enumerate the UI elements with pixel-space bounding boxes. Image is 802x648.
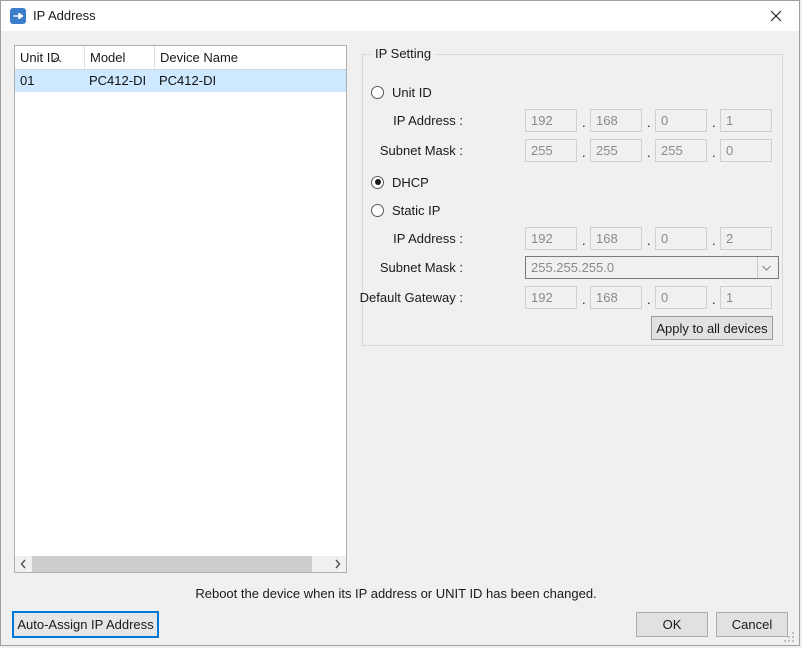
unit-subnet-dot-3: . — [712, 139, 716, 162]
radio-unit-id[interactable]: Unit ID — [371, 83, 432, 101]
static-ip-dot-3: . — [712, 227, 716, 250]
radio-static-ip-indicator[interactable] — [371, 204, 384, 217]
radio-static-ip-label: Static IP — [392, 203, 440, 218]
chevron-down-icon[interactable] — [757, 257, 775, 278]
device-list[interactable]: Unit ID Model Device Name 01 PC412-DI PC… — [14, 45, 347, 573]
unit-subnet-dot-2: . — [647, 139, 651, 162]
static-ip-octet-1[interactable]: 192 — [525, 227, 577, 250]
unit-subnet-octet-2[interactable]: 255 — [590, 139, 642, 162]
unit-ip-octet-4[interactable]: 1 — [720, 109, 772, 132]
auto-assign-ip-address-button[interactable]: Auto-Assign IP Address — [12, 611, 159, 638]
column-header-device-name[interactable]: Device Name — [154, 46, 346, 69]
static-ip-octet-2[interactable]: 168 — [590, 227, 642, 250]
static-subnet-mask-label: Subnet Mask : — [331, 259, 463, 277]
radio-dhcp-label: DHCP — [392, 175, 429, 190]
close-icon[interactable] — [753, 1, 799, 31]
cancel-button[interactable]: Cancel — [716, 612, 788, 637]
unit-ip-dot-3: . — [712, 109, 716, 132]
gateway-octet-3[interactable]: 0 — [655, 286, 707, 309]
static-ip-dot-1: . — [582, 227, 586, 250]
ok-button[interactable]: OK — [636, 612, 708, 637]
cell-model: PC412-DI — [84, 70, 154, 92]
subnet-mask-select-value: 255.255.255.0 — [531, 260, 614, 275]
column-header-unit-id[interactable]: Unit ID — [15, 46, 84, 69]
cell-unit-id: 01 — [15, 70, 84, 92]
subnet-mask-select[interactable]: 255.255.255.0 — [525, 256, 779, 279]
static-ip-octet-4[interactable]: 2 — [720, 227, 772, 250]
device-list-header: Unit ID Model Device Name — [15, 46, 346, 70]
cell-device-name: PC412-DI — [154, 70, 346, 92]
ip-setting-group-title: IP Setting — [371, 46, 435, 62]
gateway-dot-2: . — [647, 286, 651, 309]
radio-static-ip[interactable]: Static IP — [371, 201, 440, 219]
radio-unit-id-label: Unit ID — [392, 85, 432, 100]
static-ip-dot-2: . — [647, 227, 651, 250]
column-header-model[interactable]: Model — [84, 46, 154, 69]
chevron-right-icon[interactable] — [329, 556, 346, 572]
unit-ip-octet-3[interactable]: 0 — [655, 109, 707, 132]
gateway-octet-1[interactable]: 192 — [525, 286, 577, 309]
unit-ip-octet-2[interactable]: 168 — [590, 109, 642, 132]
unit-subnet-octet-1[interactable]: 255 — [525, 139, 577, 162]
scrollbar-thumb[interactable] — [32, 556, 312, 572]
horizontal-scrollbar[interactable] — [15, 555, 346, 572]
resize-grip[interactable] — [784, 631, 795, 642]
status-message: Reboot the device when its IP address or… — [1, 586, 791, 601]
window-title: IP Address — [33, 8, 96, 24]
unit-ip-octet-1[interactable]: 192 — [525, 109, 577, 132]
ip-address-dialog: IP Address Unit ID Model Device Name 01 … — [0, 0, 800, 646]
unit-subnet-mask-label: Subnet Mask : — [331, 142, 463, 160]
unit-ip-address-label: IP Address : — [331, 112, 463, 130]
gateway-octet-2[interactable]: 168 — [590, 286, 642, 309]
chevron-left-icon[interactable] — [15, 556, 32, 572]
gateway-dot-1: . — [582, 286, 586, 309]
gateway-octet-4[interactable]: 1 — [720, 286, 772, 309]
radio-dhcp-indicator[interactable] — [371, 176, 384, 189]
sort-ascending-icon — [51, 47, 62, 53]
default-gateway-label: Default Gateway : — [331, 289, 463, 307]
static-ip-octet-3[interactable]: 0 — [655, 227, 707, 250]
radio-dhcp[interactable]: DHCP — [371, 173, 429, 191]
ip-address-icon — [10, 8, 26, 24]
unit-ip-dot-1: . — [582, 109, 586, 132]
unit-ip-dot-2: . — [647, 109, 651, 132]
apply-to-all-devices-button[interactable]: Apply to all devices — [651, 316, 773, 340]
title-bar: IP Address — [1, 1, 799, 31]
table-row[interactable]: 01 PC412-DI PC412-DI — [15, 70, 346, 92]
unit-subnet-dot-1: . — [582, 139, 586, 162]
unit-subnet-octet-4[interactable]: 0 — [720, 139, 772, 162]
radio-unit-id-indicator[interactable] — [371, 86, 384, 99]
gateway-dot-3: . — [712, 286, 716, 309]
unit-subnet-octet-3[interactable]: 255 — [655, 139, 707, 162]
static-ip-address-label: IP Address : — [331, 230, 463, 248]
